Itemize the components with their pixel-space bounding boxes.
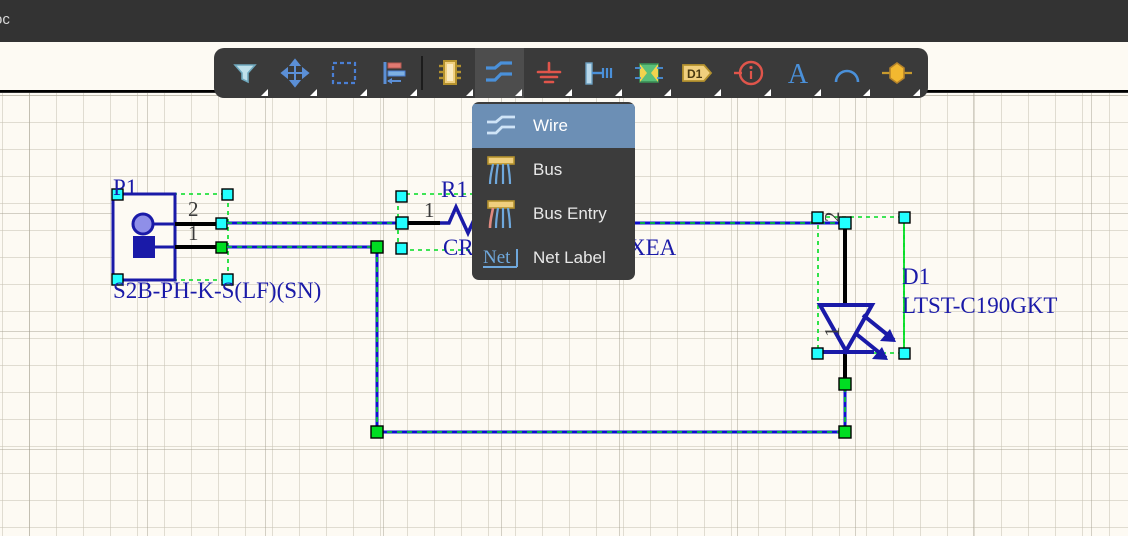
p1-pin-number-2: 2 (188, 197, 199, 221)
menu-item-net-label[interactable]: Net Net Label (472, 236, 635, 280)
submenu-corner-marker (409, 89, 417, 96)
place-polygon-button[interactable] (872, 48, 922, 98)
port-icon (585, 62, 612, 85)
d1-pin-number-2: 2 (820, 211, 844, 223)
svg-text:A: A (788, 59, 809, 88)
d1-handle-br (898, 347, 911, 360)
submenu-corner-marker (260, 89, 268, 96)
submenu-corner-marker (465, 89, 473, 96)
d1-designator-label[interactable]: D1 (902, 264, 930, 290)
submenu-corner-marker (664, 89, 672, 96)
designator-icon: D1 (682, 64, 713, 82)
net-vertex-handle-1 (370, 240, 384, 254)
place-sheet-symbol-button[interactable] (624, 48, 674, 98)
d1-part-number-label[interactable]: LTST-C190GKT (902, 293, 1058, 319)
dashed-rect-icon (332, 61, 357, 85)
svg-text:Net: Net (483, 247, 511, 268)
place-arc-button[interactable] (823, 48, 873, 98)
ic-chip-icon (438, 60, 461, 85)
wire-icon (481, 109, 521, 143)
d1-pin-number-1: 1 (820, 326, 844, 338)
submenu-corner-marker (763, 89, 771, 96)
p1-pin2-handle (215, 217, 228, 230)
p1-pin1-handle (215, 241, 228, 254)
menu-item-label: Bus Entry (533, 204, 607, 223)
sheet-symbol-icon (634, 63, 663, 83)
place-designator-button[interactable]: D1 (673, 48, 723, 98)
document-tab-label[interactable]: oc (0, 11, 10, 28)
submenu-corner-marker (913, 89, 921, 96)
arc-icon (835, 69, 860, 83)
d1-pin1-handle (838, 377, 852, 391)
submenu-corner-marker (714, 89, 722, 96)
align-left-icon (383, 62, 406, 84)
funnel-icon (233, 64, 257, 84)
place-ground-button[interactable] (524, 48, 574, 98)
submenu-corner-marker (813, 89, 821, 96)
place-no-erc-button[interactable] (723, 48, 773, 98)
r1-handle-bl (395, 242, 408, 255)
r1-handle-tl (395, 190, 408, 203)
bus-entry-icon (481, 197, 521, 231)
d1-handle-bl (811, 347, 824, 360)
move-arrows-icon (279, 58, 310, 88)
menu-item-wire[interactable]: Wire (472, 104, 635, 148)
window-header-bar: oc (0, 0, 1128, 42)
submenu-corner-marker (360, 89, 368, 96)
submenu-corner-marker (565, 89, 573, 96)
filter-tool-button[interactable] (220, 48, 270, 98)
move-tool-button[interactable] (270, 48, 320, 98)
net-label-icon: Net (481, 241, 521, 275)
menu-item-bus-entry[interactable]: Bus Entry (472, 192, 635, 236)
area-select-tool-button[interactable] (319, 48, 369, 98)
place-text-button[interactable]: A (773, 48, 823, 98)
net-vertex-handle-3 (838, 425, 852, 439)
align-tool-button[interactable] (369, 48, 419, 98)
d1-handle-tr (898, 211, 911, 224)
wire-icon (486, 61, 513, 82)
place-wire-button[interactable] (474, 48, 525, 98)
bus-icon (481, 153, 521, 187)
menu-item-label: Bus (533, 160, 563, 179)
menu-item-label: Wire (533, 116, 568, 135)
submenu-corner-marker (614, 89, 622, 96)
r1-pin1-handle (395, 216, 409, 230)
text-a-icon: A (788, 59, 809, 88)
place-component-button[interactable] (425, 48, 475, 98)
polygon-icon (882, 62, 913, 84)
p1-handle-tr (221, 188, 234, 201)
menu-item-label: Net Label (533, 248, 606, 267)
net-vertex-handle-2 (370, 425, 384, 439)
r1-part-number-label[interactable]: XEA (629, 235, 676, 261)
r1-pin-number-1: 1 (424, 198, 435, 222)
p1-part-number-label[interactable]: S2B-PH-K-S(LF)(SN) (113, 278, 321, 304)
r1-part-number-prefix[interactable]: CR (443, 235, 474, 261)
svg-text:D1: D1 (687, 67, 703, 81)
place-wire-dropdown-menu: Wire Bus Bus Entry Net Net Label (472, 102, 635, 280)
menu-item-bus[interactable]: Bus (472, 148, 635, 192)
r1-designator-label[interactable]: R1 (441, 177, 468, 203)
submenu-corner-marker (515, 89, 523, 96)
submenu-corner-marker (310, 89, 318, 96)
schematic-placement-toolbar: D1 A (214, 48, 928, 98)
info-circle-icon (734, 60, 764, 86)
submenu-corner-marker (863, 89, 871, 96)
ground-icon (536, 61, 562, 84)
p1-designator-label[interactable]: P1 (113, 175, 137, 201)
toolbar-separator (420, 56, 423, 90)
place-port-button[interactable] (574, 48, 624, 98)
p1-pin-number-1: 1 (188, 221, 199, 245)
